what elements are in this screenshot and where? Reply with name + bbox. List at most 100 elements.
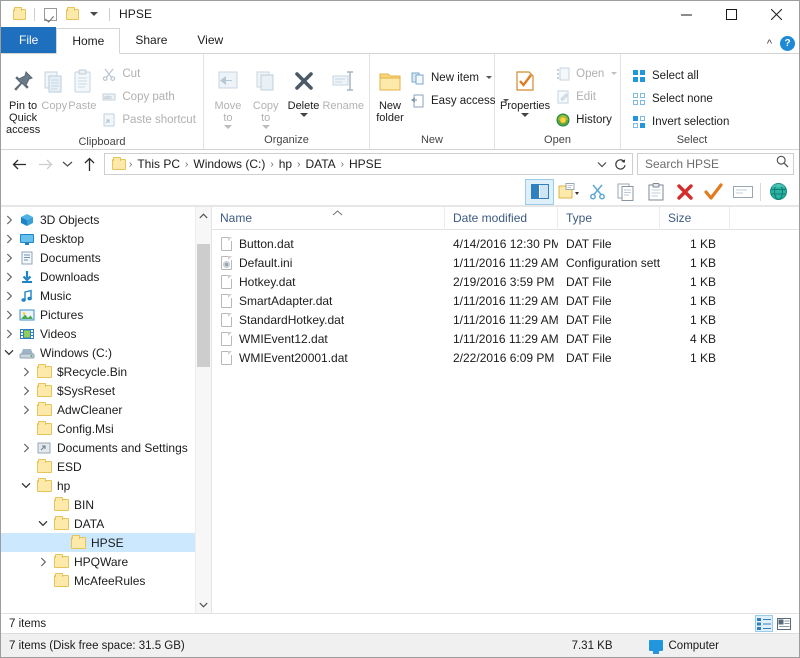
table-row[interactable]: WMIEvent12.dat 1/11/2016 11:29 AM DAT File… [212, 329, 799, 348]
clipboard-icon[interactable] [641, 179, 670, 205]
sidebar-item-windows-c[interactable]: Windows (C:) [1, 343, 211, 362]
invert-selection-button[interactable]: Invert selection [630, 111, 733, 132]
column-header-date-modified[interactable]: Date modified [445, 206, 558, 230]
chevron-right-icon[interactable] [18, 405, 34, 415]
help-icon[interactable]: ? [780, 36, 795, 51]
table-row[interactable]: Default.ini 1/11/2016 11:29 AM Configurati… [212, 253, 799, 272]
address-dropdown-icon[interactable] [593, 161, 610, 168]
chevron-right-icon[interactable] [1, 215, 17, 225]
breadcrumb-data[interactable]: DATA [301, 157, 339, 171]
up-arrow-icon[interactable] [76, 152, 102, 176]
chevron-right-icon[interactable] [1, 234, 17, 244]
move-to-button[interactable]: Move to [209, 59, 247, 129]
large-icons-view-icon[interactable] [775, 615, 793, 632]
search-box[interactable]: Search HPSE [637, 153, 794, 175]
sidebar-item-config-msi[interactable]: Config.Msi [1, 419, 211, 438]
table-row[interactable]: WMIEvent20001.dat 2/22/2016 6:09 PM DAT Fi… [212, 348, 799, 367]
sidebar-item-documents[interactable]: Documents [1, 248, 211, 267]
orange-check-icon[interactable] [699, 179, 728, 205]
chevron-right-icon[interactable] [18, 386, 34, 396]
sidebar-scrollbar[interactable] [195, 207, 211, 613]
close-button[interactable] [754, 1, 799, 27]
sidebar-item-music[interactable]: Music [1, 286, 211, 305]
new-folder-button[interactable]: New folder [375, 59, 405, 124]
chevron-right-icon[interactable] [1, 291, 17, 301]
scrollbar-track[interactable] [196, 224, 212, 596]
sidebar-item-recycle-bin[interactable]: $Recycle.Bin [1, 362, 211, 381]
sidebar-item-hpse[interactable]: HPSE [1, 533, 211, 552]
chevron-right-icon[interactable] [1, 329, 17, 339]
sidebar-item-desktop[interactable]: Desktop [1, 229, 211, 248]
breadcrumb-windows-c[interactable]: Windows (C:) [189, 157, 269, 171]
navigation-pane[interactable]: 3D Objects Desktop Documents Downloads Music… [1, 207, 212, 613]
sidebar-item-adwcleaner[interactable]: AdwCleaner [1, 400, 211, 419]
chevron-down-icon[interactable] [18, 482, 34, 489]
tab-file[interactable]: File [1, 27, 57, 53]
rename-button[interactable]: Rename [322, 59, 364, 112]
paste-shortcut-button[interactable]: Paste shortcut [100, 109, 200, 130]
table-row[interactable]: SmartAdapter.dat 1/11/2016 11:29 AM DAT Fi… [212, 291, 799, 310]
copy-to-button[interactable]: Copy to [247, 59, 285, 129]
new-folder-icon[interactable] [61, 3, 83, 25]
recent-locations-icon[interactable] [58, 152, 76, 176]
sidebar-item-sysreset[interactable]: $SysReset [1, 381, 211, 400]
sidebar-item-esd[interactable]: ESD [1, 457, 211, 476]
sidebar-item-videos[interactable]: Videos [1, 324, 211, 343]
delete-button[interactable]: Delete [285, 59, 323, 117]
tab-home[interactable]: Home [56, 28, 121, 54]
column-header-name[interactable]: Name [212, 206, 445, 230]
select-all-button[interactable]: Select all [630, 65, 733, 86]
back-arrow-icon[interactable] [6, 152, 32, 176]
chevron-right-icon[interactable] [1, 272, 17, 282]
sidebar-item-hp[interactable]: hp [1, 476, 211, 495]
table-row[interactable]: StandardHotkey.dat 1/11/2016 11:29 AM DAT … [212, 310, 799, 329]
tab-share[interactable]: Share [120, 27, 182, 53]
edit-button[interactable]: Edit [554, 86, 621, 107]
sidebar-item-data[interactable]: DATA [1, 514, 211, 533]
search-input[interactable]: Search HPSE [645, 157, 776, 171]
scrollbar-thumb[interactable] [196, 244, 210, 367]
chevron-right-icon[interactable] [18, 367, 34, 377]
collapse-ribbon-icon[interactable]: ^ [767, 38, 772, 50]
table-row[interactable]: Button.dat 4/14/2016 12:30 PM DAT File 1 KB [212, 234, 799, 253]
table-row[interactable]: Hotkey.dat 2/19/2016 3:59 PM DAT File 1 KB [212, 272, 799, 291]
breadcrumb-hp[interactable]: hp [275, 157, 296, 171]
globe-icon[interactable] [764, 179, 793, 205]
chevron-down-icon[interactable] [35, 520, 51, 527]
chevron-right-icon[interactable] [18, 443, 34, 453]
sidebar-item-3d-objects[interactable]: 3D Objects [1, 210, 211, 229]
copy-icon[interactable] [612, 179, 641, 205]
sidebar-item-pictures[interactable]: Pictures [1, 305, 211, 324]
pin-to-quick-access-button[interactable]: Pin to Quick access [6, 59, 40, 136]
search-icon[interactable] [776, 155, 789, 173]
minimize-button[interactable] [664, 1, 709, 27]
maximize-button[interactable] [709, 1, 754, 27]
folder-icon[interactable] [8, 3, 30, 25]
sidebar-item-hpqware[interactable]: HPQWare [1, 552, 211, 571]
scissors-icon[interactable] [583, 179, 612, 205]
breadcrumb-this-pc[interactable]: This PC [133, 157, 184, 171]
history-button[interactable]: History [554, 109, 621, 130]
red-x-icon[interactable] [670, 179, 699, 205]
chevron-right-icon[interactable] [35, 557, 51, 567]
properties-button[interactable]: Properties [500, 59, 550, 117]
new-folder-dropdown-icon[interactable] [554, 179, 583, 205]
sidebar-item-mcafeerules[interactable]: McAfeeRules [1, 571, 211, 590]
properties-checkbox-icon[interactable] [39, 3, 61, 25]
sidebar-item-documents-and-settings[interactable]: Documents and Settings [1, 438, 211, 457]
chevron-right-icon[interactable] [1, 310, 17, 320]
refresh-icon[interactable] [610, 158, 630, 171]
cut-button[interactable]: Cut [100, 63, 200, 84]
select-none-button[interactable]: Select none [630, 88, 733, 109]
copy-path-button[interactable]: abc Copy path [100, 86, 200, 107]
chevron-down-icon[interactable] [1, 349, 17, 356]
scroll-down-icon[interactable] [196, 596, 212, 613]
rename-icon[interactable] [728, 179, 757, 205]
customize-caret-icon[interactable] [83, 3, 105, 25]
address-input[interactable]: › This PC › Windows (C:) › hp › DATA › H… [104, 153, 633, 175]
preview-pane-icon[interactable] [525, 178, 554, 205]
scroll-up-icon[interactable] [196, 207, 212, 224]
details-view-icon[interactable] [755, 615, 773, 632]
column-header-size[interactable]: Size [660, 206, 730, 230]
tab-view[interactable]: View [182, 27, 238, 53]
